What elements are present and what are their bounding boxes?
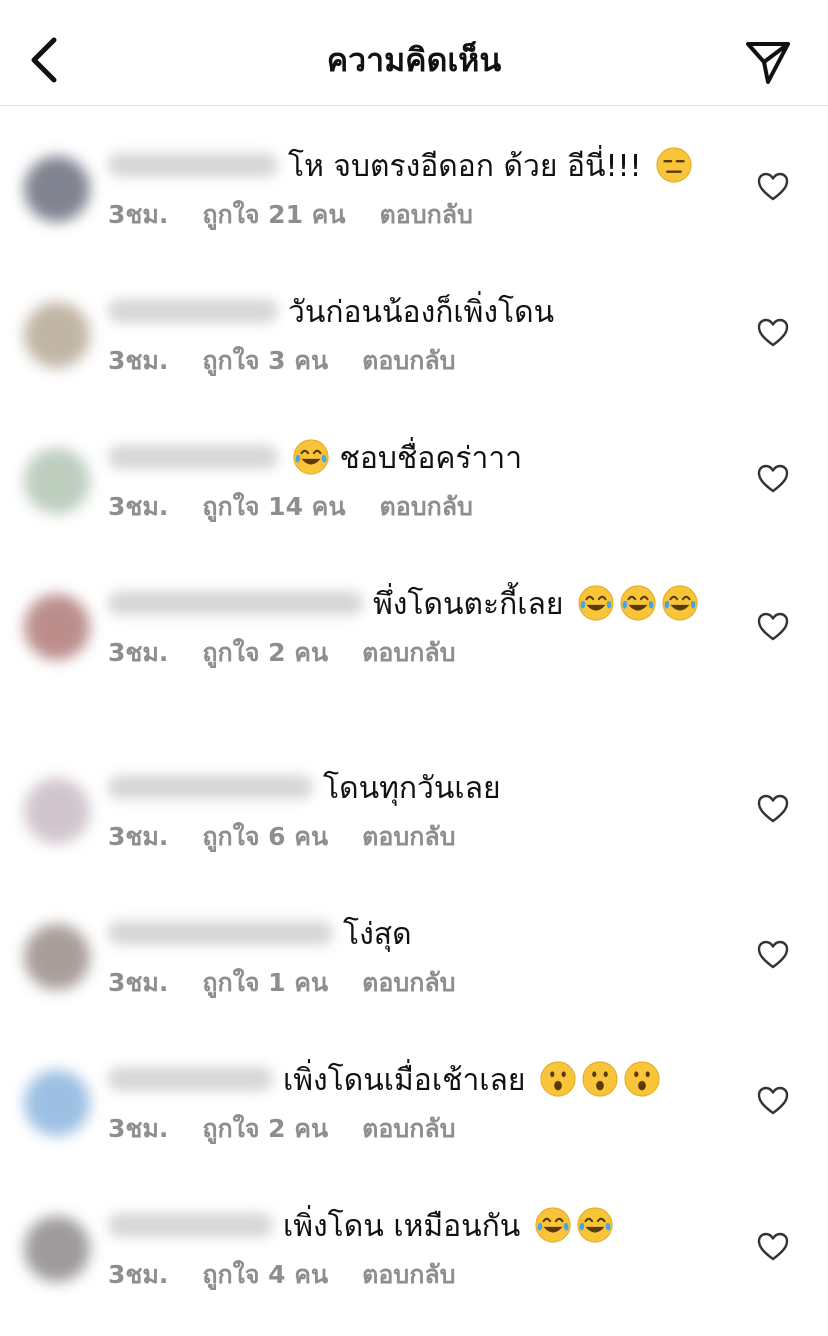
username-blurred[interactable] xyxy=(108,1066,273,1091)
comment-text: เพิ่งโดน เหมือนกัน xyxy=(283,1209,521,1244)
comment-meta: 3ชม. ถูกใจ 4 คน ตอบกลับ xyxy=(108,1258,708,1292)
like-count[interactable]: ถูกใจ 6 คน xyxy=(202,822,328,851)
avatar[interactable] xyxy=(24,924,90,990)
comment-text: พึ่งโดนตะกี้เลย xyxy=(373,587,564,622)
header-bar: ความคิดเห็น xyxy=(0,0,828,106)
username-blurred[interactable] xyxy=(108,774,313,799)
username-blurred[interactable] xyxy=(108,920,333,945)
avatar[interactable] xyxy=(24,448,90,514)
comment-text-line: เพิ่งโดน เหมือนกัน xyxy=(108,1206,708,1248)
username-blurred[interactable] xyxy=(108,590,363,615)
comment-body: เพิ่งโดนเมื่อเช้าเลย 3ชม. ถูกใจ 2 คน ตอบกล… xyxy=(108,1060,708,1146)
comment-body: วันก่อนน้องก็เพิ่งโดน 3ชม. ถูกใจ 3 คน ตอบกล… xyxy=(108,292,708,378)
comment-time: 3ชม. xyxy=(108,968,169,997)
avatar[interactable] xyxy=(24,1070,90,1136)
comment-text: โห จบตรงอีดอก ด้วย อีนี่!!! xyxy=(288,149,642,184)
like-count[interactable]: ถูกใจ 14 คน xyxy=(202,492,345,521)
reply-button[interactable]: ตอบกลับ xyxy=(362,968,455,997)
like-count[interactable]: ถูกใจ 1 คน xyxy=(202,968,328,997)
username-blurred[interactable] xyxy=(108,1212,273,1237)
comment-time: 3ชม. xyxy=(108,638,169,667)
comment-text-line: โง่สุด xyxy=(108,914,708,956)
reply-button[interactable]: ตอบกลับ xyxy=(379,200,472,229)
comment-text: ชอบชื่อคร่าาา xyxy=(339,441,523,476)
comment-meta: 3ชม. ถูกใจ 2 คน ตอบกลับ xyxy=(108,636,708,670)
avatar[interactable] xyxy=(24,156,90,222)
comment-time: 3ชม. xyxy=(108,200,169,229)
like-count[interactable]: ถูกใจ 2 คน xyxy=(202,638,328,667)
reply-button[interactable]: ตอบกลับ xyxy=(362,638,455,667)
heart-outline-icon[interactable] xyxy=(756,316,790,350)
comment-time: 3ชม. xyxy=(108,346,169,375)
avatar[interactable] xyxy=(24,1216,90,1282)
comment-text: วันก่อนน้องก็เพิ่งโดน xyxy=(288,295,555,330)
avatar[interactable] xyxy=(24,778,90,844)
comment-text: โดนทุกวันเลย xyxy=(323,771,501,806)
username-blurred[interactable] xyxy=(108,152,278,177)
reply-button[interactable]: ตอบกลับ xyxy=(379,492,472,521)
comment-text: โง่สุด xyxy=(343,917,412,952)
comment-meta: 3ชม. ถูกใจ 1 คน ตอบกลับ xyxy=(108,966,708,1000)
like-count[interactable]: ถูกใจ 2 คน xyxy=(202,1114,328,1143)
comment-text-line: พึ่งโดนตะกี้เลย xyxy=(108,584,708,626)
tears-of-joy-icon xyxy=(577,1206,613,1243)
heart-outline-icon[interactable] xyxy=(756,462,790,496)
reply-button[interactable]: ตอบกลับ xyxy=(362,822,455,851)
tears-of-joy-icon xyxy=(662,584,698,621)
comment-text: เพิ่งโดนเมื่อเช้าเลย xyxy=(283,1063,526,1098)
reply-button[interactable]: ตอบกลับ xyxy=(362,346,455,375)
hushed-face-icon xyxy=(624,1060,660,1097)
comment-text-line: โห จบตรงอีดอก ด้วย อีนี่!!! xyxy=(108,146,708,188)
comment-time: 3ชม. xyxy=(108,1260,169,1289)
comment-meta: 3ชม. ถูกใจ 6 คน ตอบกลับ xyxy=(108,820,708,854)
comment-body: โดนทุกวันเลย 3ชม. ถูกใจ 6 คน ตอบกลับ xyxy=(108,768,708,854)
comment-text-line: ชอบชื่อคร่าาา xyxy=(108,438,708,480)
comment-body: โห จบตรงอีดอก ด้วย อีนี่!!! 3ชม. ถูกใจ 21… xyxy=(108,146,708,232)
comment-meta: 3ชม. ถูกใจ 2 คน ตอบกลับ xyxy=(108,1112,708,1146)
comment-meta: 3ชม. ถูกใจ 21 คน ตอบกลับ xyxy=(108,198,708,232)
comment-time: 3ชม. xyxy=(108,492,169,521)
reply-button[interactable]: ตอบกลับ xyxy=(362,1260,455,1289)
tears-of-joy-icon xyxy=(578,584,614,621)
paper-plane-icon xyxy=(746,42,790,84)
share-button[interactable] xyxy=(738,32,798,92)
reply-button[interactable]: ตอบกลับ xyxy=(362,1114,455,1143)
comment-body: โง่สุด 3ชม. ถูกใจ 1 คน ตอบกลับ xyxy=(108,914,708,1000)
heart-outline-icon[interactable] xyxy=(756,1084,790,1118)
comment-meta: 3ชม. ถูกใจ 3 คน ตอบกลับ xyxy=(108,344,708,378)
tears-of-joy-icon xyxy=(620,584,656,621)
like-count[interactable]: ถูกใจ 3 คน xyxy=(202,346,328,375)
hushed-face-icon xyxy=(540,1060,576,1097)
expressionless-face-icon xyxy=(656,146,692,183)
tears-of-joy-icon xyxy=(293,438,329,475)
comment-body: ชอบชื่อคร่าาา 3ชม. ถูกใจ 14 คน ตอบกลับ xyxy=(108,438,708,524)
heart-outline-icon[interactable] xyxy=(756,170,790,204)
comment-text-line: วันก่อนน้องก็เพิ่งโดน xyxy=(108,292,708,334)
heart-outline-icon[interactable] xyxy=(756,938,790,972)
hushed-face-icon xyxy=(582,1060,618,1097)
heart-outline-icon[interactable] xyxy=(756,1230,790,1264)
comment-meta: 3ชม. ถูกใจ 14 คน ตอบกลับ xyxy=(108,490,708,524)
comment-text-line: เพิ่งโดนเมื่อเช้าเลย xyxy=(108,1060,708,1102)
page-title: ความคิดเห็น xyxy=(326,41,502,79)
username-blurred[interactable] xyxy=(108,298,278,323)
avatar[interactable] xyxy=(24,594,90,660)
tears-of-joy-icon xyxy=(535,1206,571,1243)
heart-outline-icon[interactable] xyxy=(756,792,790,826)
comment-body: พึ่งโดนตะกี้เลย 3ชม. ถูกใจ 2 คน ตอบกลับ xyxy=(108,584,708,670)
comment-body: เพิ่งโดน เหมือนกัน 3ชม. ถูกใจ 4 คน ตอบกลับ xyxy=(108,1206,708,1292)
username-blurred[interactable] xyxy=(108,444,278,469)
like-count[interactable]: ถูกใจ 4 คน xyxy=(202,1260,328,1289)
comment-time: 3ชม. xyxy=(108,1114,169,1143)
comment-time: 3ชม. xyxy=(108,822,169,851)
heart-outline-icon[interactable] xyxy=(756,610,790,644)
avatar[interactable] xyxy=(24,302,90,368)
comment-text-line: โดนทุกวันเลย xyxy=(108,768,708,810)
like-count[interactable]: ถูกใจ 21 คน xyxy=(202,200,345,229)
